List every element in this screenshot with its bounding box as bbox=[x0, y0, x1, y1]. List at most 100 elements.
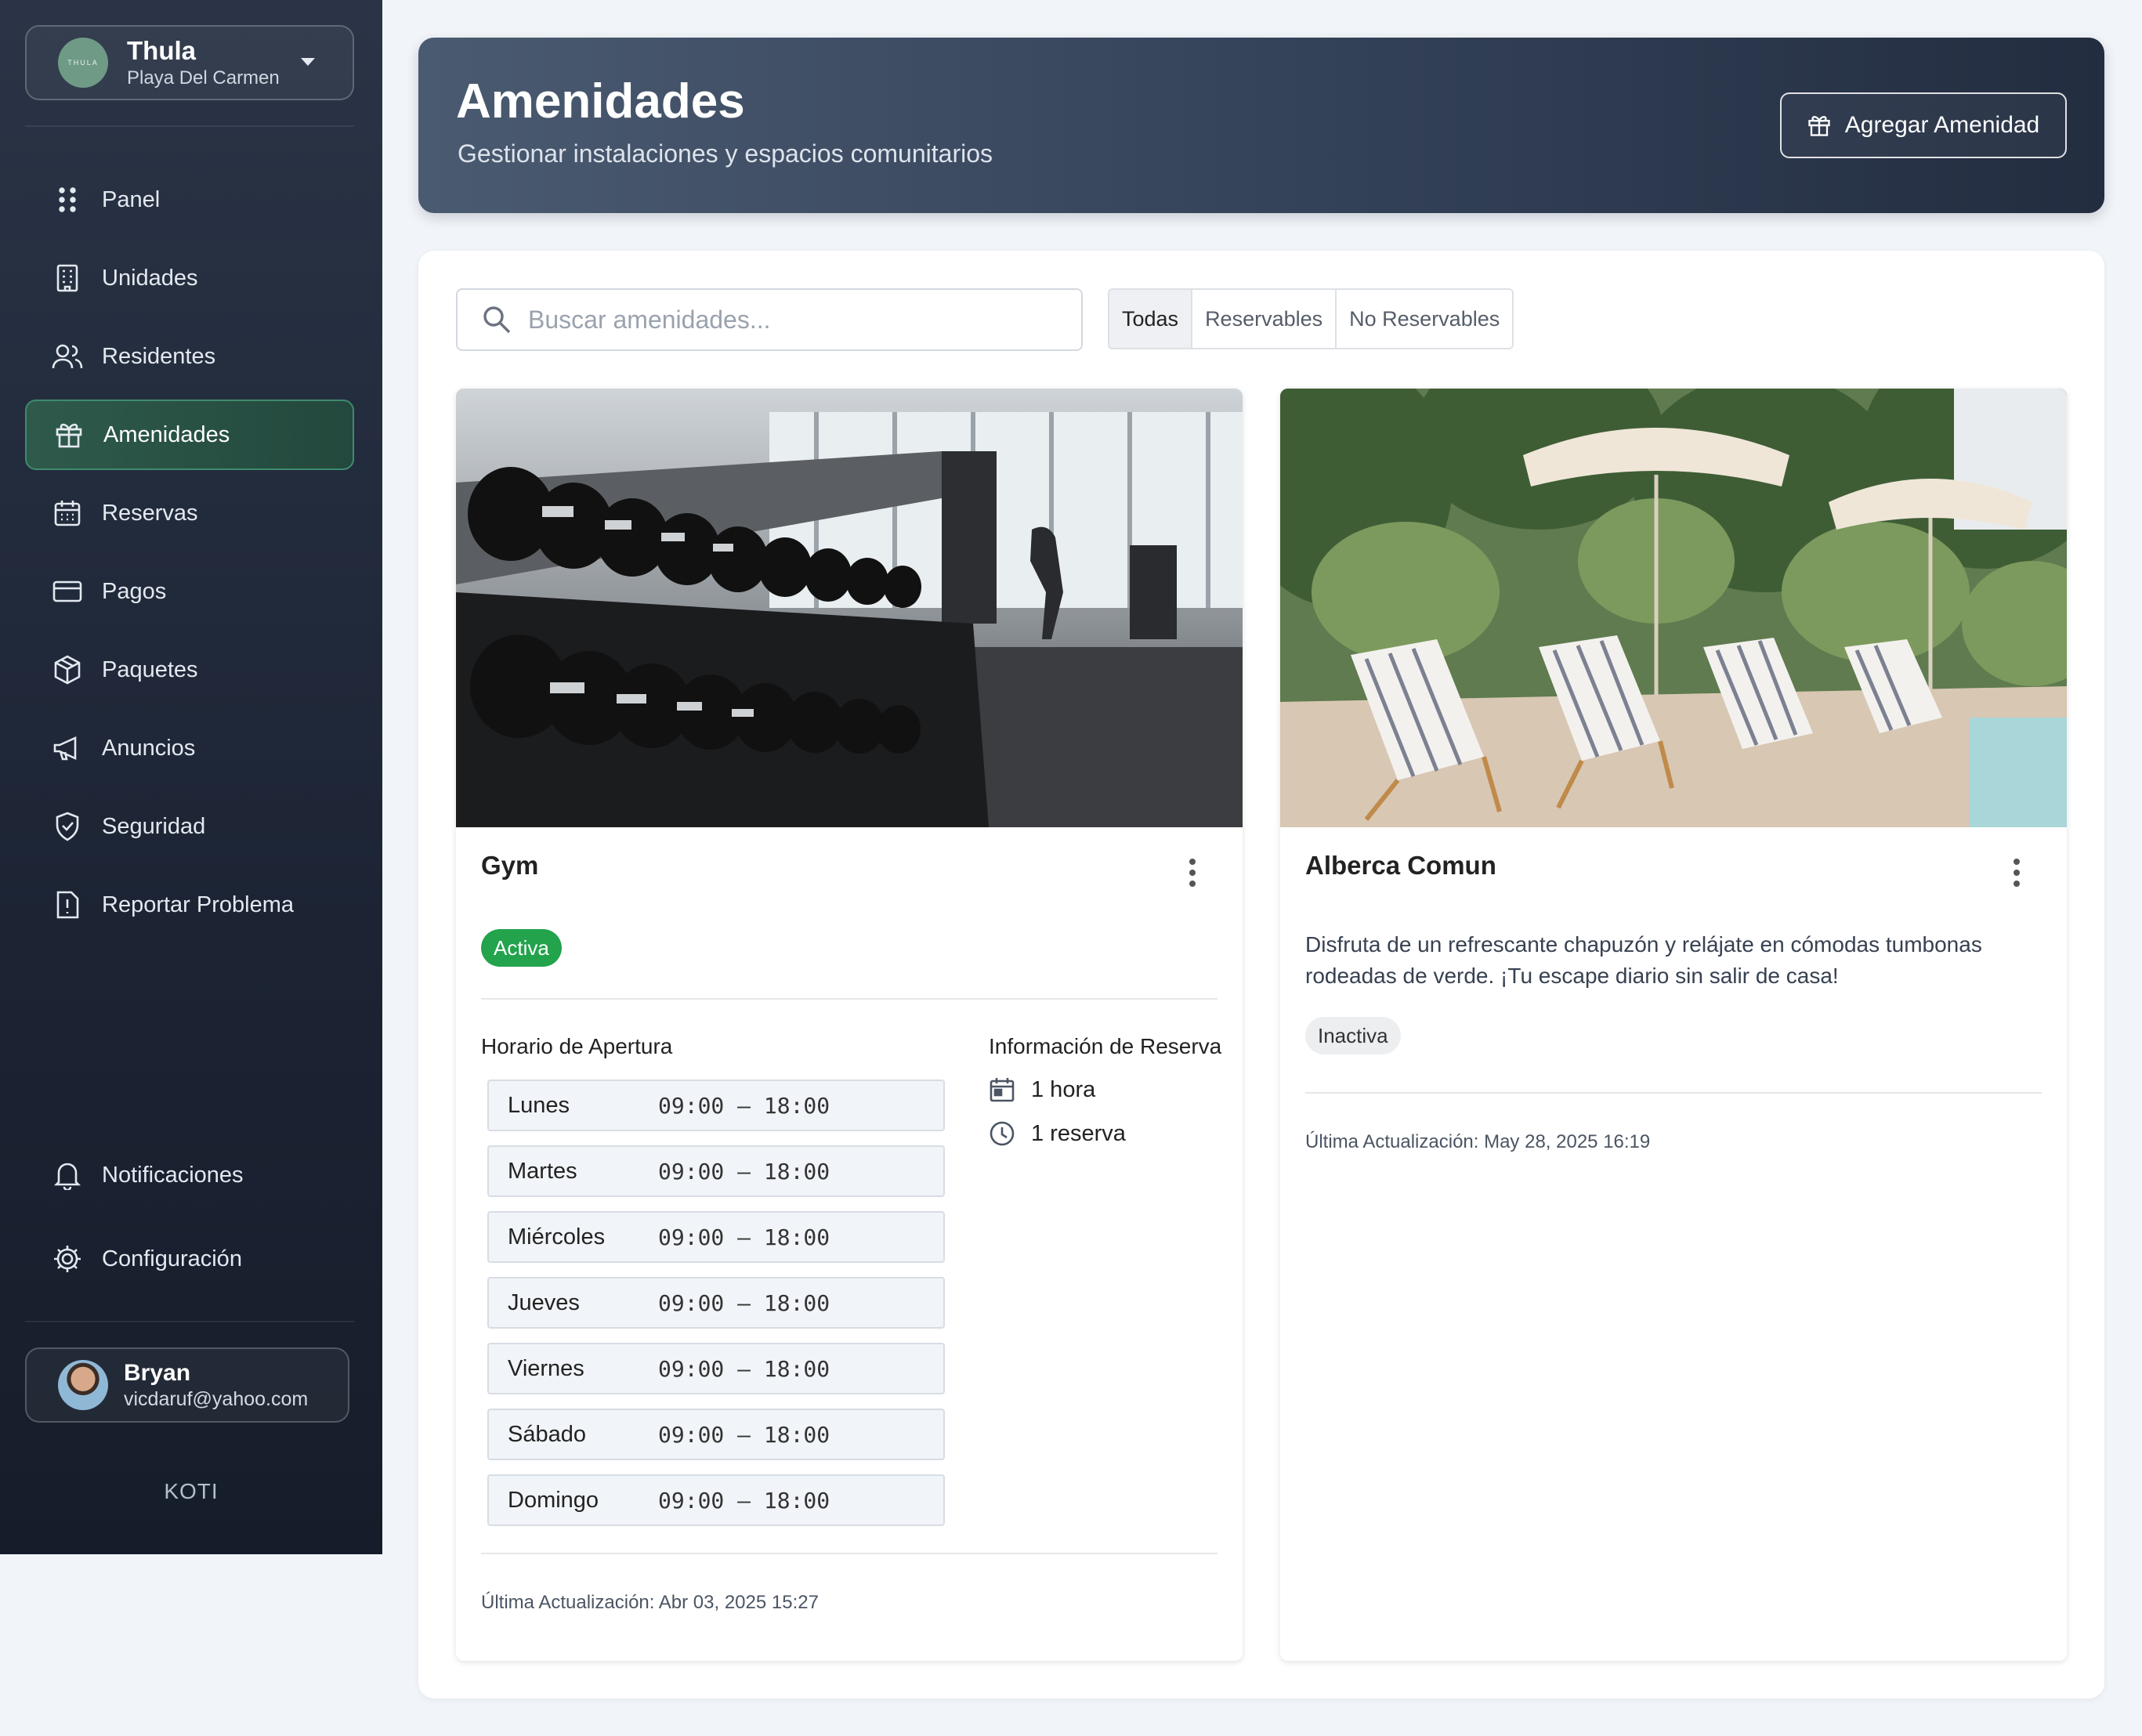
org-switcher[interactable]: THULA Thula Playa Del Carmen bbox=[25, 25, 354, 100]
user-email: vicdaruf@yahoo.com bbox=[124, 1388, 309, 1410]
sidebar-item-label: Reservas bbox=[102, 500, 198, 526]
page-title: Amenidades bbox=[456, 74, 745, 128]
hour-day: Miércoles bbox=[508, 1224, 606, 1250]
search-box[interactable] bbox=[456, 288, 1083, 351]
hour-day: Viernes bbox=[508, 1355, 584, 1381]
sidebar-item-label: Paquetes bbox=[102, 656, 198, 682]
add-amenity-button[interactable]: Agregar Amenidad bbox=[1780, 92, 2067, 158]
calendar-icon bbox=[52, 497, 83, 529]
page-subtitle: Gestionar instalaciones y espacios comun… bbox=[458, 139, 993, 168]
booking-info-label: Información de Reserva bbox=[989, 1034, 1222, 1058]
org-logo: THULA bbox=[58, 38, 108, 88]
sidebar-item-label: Pagos bbox=[102, 578, 167, 604]
hours-label: Horario de Apertura bbox=[481, 1034, 673, 1058]
sidebar-item-reservas[interactable]: Reservas bbox=[25, 478, 354, 548]
opening-hours-list: Lunes 09:00 – 18:00 Martes 09:00 – 18:00… bbox=[487, 1080, 945, 1540]
last-updated: Última Actualización: May 28, 2025 16:19 bbox=[1305, 1131, 1651, 1152]
sidebar-item-amenidades[interactable]: Amenidades bbox=[25, 400, 354, 470]
sidebar-item-unidades[interactable]: Unidades bbox=[25, 243, 354, 313]
amenity-description: Disfruta de un refrescante chapuzón y re… bbox=[1305, 932, 1982, 988]
amenity-card-gym[interactable]: Gym Activa Horario de Apertura Lunes 09:… bbox=[456, 389, 1243, 1661]
sidebar-item-label: Configuración bbox=[102, 1246, 242, 1271]
hour-time: 09:00 – 18:00 bbox=[658, 1355, 830, 1382]
more-options-icon[interactable] bbox=[1189, 859, 1197, 887]
booking-limit: 1 reserva bbox=[989, 1120, 1126, 1147]
booking-limit-text: 1 reserva bbox=[1031, 1120, 1126, 1146]
search-icon bbox=[481, 304, 512, 335]
org-location: Playa Del Carmen bbox=[127, 67, 280, 89]
brand-label: KOTI bbox=[164, 1479, 219, 1503]
sidebar-item-label: Notificaciones bbox=[102, 1162, 244, 1188]
hour-day: Martes bbox=[508, 1158, 577, 1184]
sidebar-item-reportar-problema[interactable]: Reportar Problema bbox=[25, 870, 354, 940]
filter-reservables[interactable]: Reservables bbox=[1191, 290, 1336, 348]
calendar-icon bbox=[989, 1076, 1015, 1103]
sidebar-divider bbox=[25, 1321, 354, 1322]
clock-icon bbox=[989, 1120, 1015, 1147]
sidebar-item-residentes[interactable]: Residentes bbox=[25, 321, 354, 392]
status-badge: Activa bbox=[481, 929, 562, 967]
sidebar-divider bbox=[25, 125, 354, 127]
sidebar-item-configuracion[interactable]: Configuración bbox=[25, 1224, 354, 1294]
gear-icon bbox=[52, 1243, 83, 1275]
sidebar: THULA Thula Playa Del Carmen Panel Unida… bbox=[0, 0, 382, 1554]
filter-todas[interactable]: Todas bbox=[1109, 290, 1192, 348]
shield-check-icon bbox=[52, 811, 83, 842]
amenity-card-alberca-comun[interactable]: Alberca Comun Disfruta de un refrescante… bbox=[1280, 389, 2067, 1661]
gift-icon bbox=[1807, 114, 1831, 137]
amenity-image bbox=[1280, 389, 2067, 827]
filter-tabs: Todas Reservables No Reservables bbox=[1108, 288, 1514, 349]
hour-row: Domingo 09:00 – 18:00 bbox=[487, 1474, 945, 1526]
hour-row: Viernes 09:00 – 18:00 bbox=[487, 1343, 945, 1394]
hour-time: 09:00 – 18:00 bbox=[658, 1487, 830, 1514]
amenities-panel: Todas Reservables No Reservables bbox=[418, 251, 2104, 1698]
users-icon bbox=[52, 341, 83, 372]
hour-time: 09:00 – 18:00 bbox=[658, 1421, 830, 1448]
report-icon bbox=[52, 889, 83, 920]
sidebar-item-anuncios[interactable]: Anuncios bbox=[25, 713, 354, 783]
amenity-image bbox=[456, 389, 1243, 827]
credit-card-icon bbox=[52, 576, 83, 607]
card-divider bbox=[481, 998, 1218, 1000]
add-amenity-label: Agregar Amenidad bbox=[1844, 112, 2040, 138]
sidebar-item-label: Amenidades bbox=[103, 421, 230, 447]
booking-duration-text: 1 hora bbox=[1031, 1076, 1096, 1102]
filter-no-reservables[interactable]: No Reservables bbox=[1335, 290, 1513, 348]
amenity-name: Alberca Comun bbox=[1305, 851, 1496, 880]
search-input[interactable] bbox=[528, 305, 1061, 335]
hour-row: Miércoles 09:00 – 18:00 bbox=[487, 1211, 945, 1263]
booking-duration: 1 hora bbox=[989, 1076, 1095, 1103]
sidebar-item-pagos[interactable]: Pagos bbox=[25, 556, 354, 627]
hour-time: 09:00 – 18:00 bbox=[658, 1158, 830, 1184]
hour-day: Jueves bbox=[508, 1289, 580, 1315]
gift-icon bbox=[53, 419, 85, 450]
avatar bbox=[58, 1360, 108, 1410]
sidebar-item-seguridad[interactable]: Seguridad bbox=[25, 791, 354, 862]
package-icon bbox=[52, 654, 83, 685]
sidebar-item-notificaciones[interactable]: Notificaciones bbox=[25, 1140, 354, 1210]
sidebar-item-label: Residentes bbox=[102, 343, 216, 369]
megaphone-icon bbox=[52, 732, 83, 764]
org-name: Thula bbox=[127, 36, 196, 65]
bell-icon bbox=[52, 1159, 83, 1191]
last-updated: Última Actualización: Abr 03, 2025 15:27 bbox=[481, 1592, 819, 1613]
hour-day: Lunes bbox=[508, 1092, 570, 1118]
sidebar-item-panel[interactable]: Panel bbox=[25, 165, 354, 235]
building-icon bbox=[52, 262, 83, 294]
hour-day: Domingo bbox=[508, 1487, 599, 1513]
user-profile-card[interactable]: Bryan vicdaruf@yahoo.com bbox=[25, 1347, 349, 1423]
sidebar-item-label: Reportar Problema bbox=[102, 892, 294, 917]
sidebar-item-paquetes[interactable]: Paquetes bbox=[25, 635, 354, 705]
sidebar-item-label: Panel bbox=[102, 186, 161, 212]
hour-day: Sábado bbox=[508, 1421, 586, 1447]
page-header: Amenidades Gestionar instalaciones y esp… bbox=[418, 38, 2104, 213]
hour-row: Lunes 09:00 – 18:00 bbox=[487, 1080, 945, 1131]
hour-time: 09:00 – 18:00 bbox=[658, 1092, 830, 1119]
chevron-down-icon bbox=[301, 58, 315, 66]
more-options-icon[interactable] bbox=[2014, 859, 2021, 887]
hour-time: 09:00 – 18:00 bbox=[658, 1224, 830, 1250]
user-name: Bryan bbox=[124, 1360, 191, 1386]
hour-row: Sábado 09:00 – 18:00 bbox=[487, 1409, 945, 1460]
card-divider bbox=[1305, 1092, 2042, 1094]
grid-dots-icon bbox=[52, 184, 83, 215]
